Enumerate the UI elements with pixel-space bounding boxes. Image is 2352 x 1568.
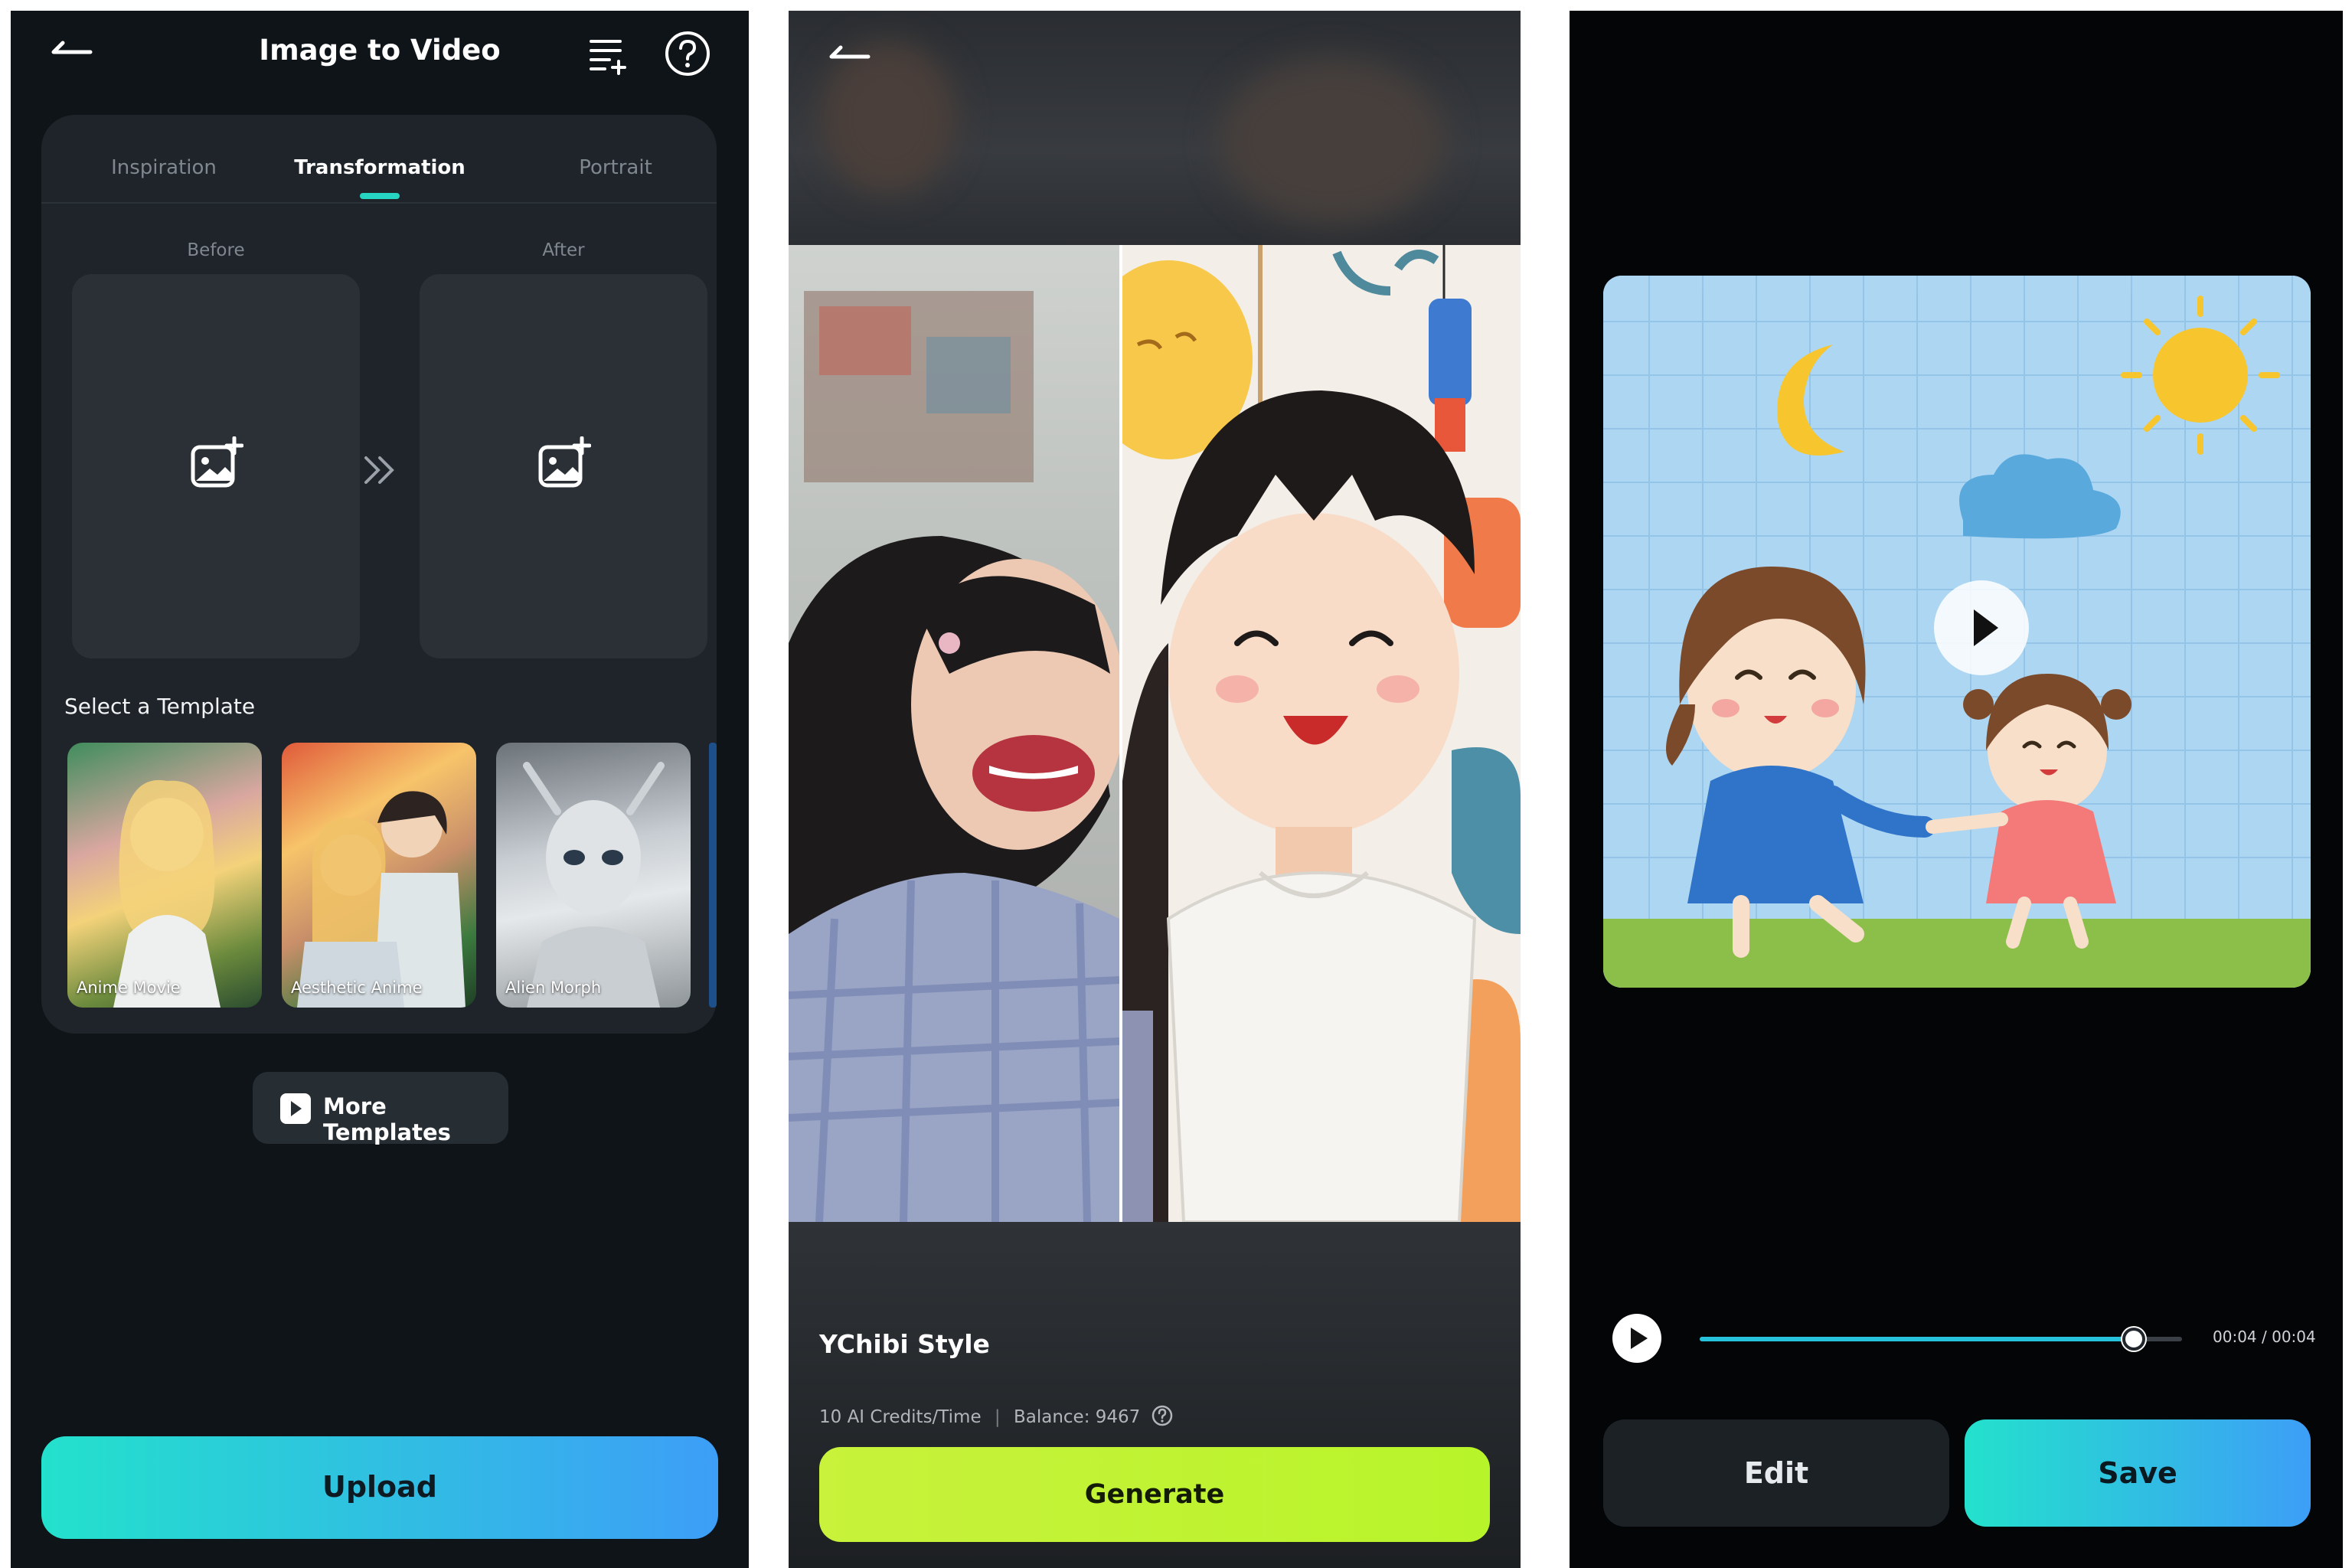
help-circle-icon[interactable]: [1151, 1404, 1174, 1427]
template-anime-movie[interactable]: Anime Movie: [67, 743, 262, 1008]
credits-info: 10 AI Credits/Time | Balance: 9467: [819, 1404, 1174, 1427]
template-next-peek[interactable]: [709, 743, 717, 1008]
task-list-icon[interactable]: [586, 34, 629, 77]
before-after-divider[interactable]: [1119, 245, 1122, 1222]
video-play-icon: [280, 1093, 311, 1124]
after-label: After: [542, 240, 585, 260]
playback-controls: 00:04 / 00:04: [1570, 1305, 2343, 1374]
add-image-icon: [538, 436, 591, 488]
tab-portrait[interactable]: Portrait: [501, 156, 730, 179]
progress-handle[interactable]: [2122, 1328, 2145, 1351]
video-play-button[interactable]: [1934, 580, 2029, 675]
upload-button[interactable]: Upload: [41, 1436, 718, 1539]
credits-per-time: 10 AI Credits/Time: [819, 1407, 982, 1427]
select-template-title: Select a Template: [64, 694, 256, 719]
credits-separator: |: [994, 1407, 1001, 1427]
progress-fill: [1700, 1337, 2134, 1341]
edit-button[interactable]: Edit: [1603, 1419, 1949, 1527]
back-arrow-icon[interactable]: [827, 41, 873, 72]
tab-transformation[interactable]: Transformation: [265, 156, 495, 179]
progress-track[interactable]: [1700, 1337, 2182, 1341]
template-thumbnail-art: [523, 762, 665, 1008]
double-chevron-right-icon: [364, 456, 394, 484]
after-image-slot[interactable]: [420, 274, 707, 658]
add-image-icon: [191, 436, 243, 488]
before-label: Before: [187, 240, 245, 260]
template-alien-morph[interactable]: Alien Morph: [496, 743, 691, 1008]
original-photo: [789, 245, 1119, 1222]
template-label: Alien Morph: [505, 978, 602, 997]
chibi-style-result: [1122, 245, 1521, 1222]
play-pause-button[interactable]: [1612, 1314, 1661, 1363]
template-label: Anime Movie: [77, 978, 181, 997]
play-icon: [1631, 1328, 1648, 1349]
upload-label: Upload: [322, 1470, 438, 1504]
style-preview-screen: YChibi Style 10 AI Credits/Time | Balanc…: [789, 11, 1521, 1568]
style-name: YChibi Style: [819, 1329, 990, 1359]
generate-button[interactable]: Generate: [819, 1447, 1490, 1542]
play-icon: [1974, 609, 1998, 646]
template-thumbnail-art: [113, 779, 220, 1008]
original-photo-art: [789, 291, 1119, 1222]
template-aesthetic-anime[interactable]: Aesthetic Anime: [282, 743, 476, 1008]
more-templates-button[interactable]: More Templates: [253, 1072, 508, 1145]
tab-divider: [41, 202, 717, 204]
active-tab-indicator: [360, 193, 400, 199]
time-display: 00:04 / 00:04: [2213, 1328, 2316, 1346]
chibi-style-art: [1122, 245, 1521, 1222]
save-button[interactable]: Save: [1965, 1419, 2311, 1527]
more-templates-label: More Templates: [323, 1093, 451, 1145]
video-result-screen: 00:04 / 00:04 Edit Save: [1570, 11, 2343, 1568]
blurred-background-top: [789, 11, 1521, 245]
save-label: Save: [2098, 1456, 2177, 1490]
image-to-video-screen: Image to Video Inspiration Transformatio…: [11, 11, 749, 1568]
blur-shape: [1217, 57, 1447, 225]
help-icon[interactable]: [663, 29, 712, 78]
template-label: Aesthetic Anime: [291, 978, 423, 997]
generate-label: Generate: [1084, 1479, 1225, 1510]
balance-text: Balance: 9467: [1013, 1407, 1141, 1427]
edit-label: Edit: [1743, 1456, 1809, 1490]
page-title: Image to Video: [259, 34, 501, 67]
tab-inspiration[interactable]: Inspiration: [49, 156, 279, 179]
template-thumbnail-art: [297, 791, 466, 1008]
before-image-slot[interactable]: [72, 274, 360, 658]
